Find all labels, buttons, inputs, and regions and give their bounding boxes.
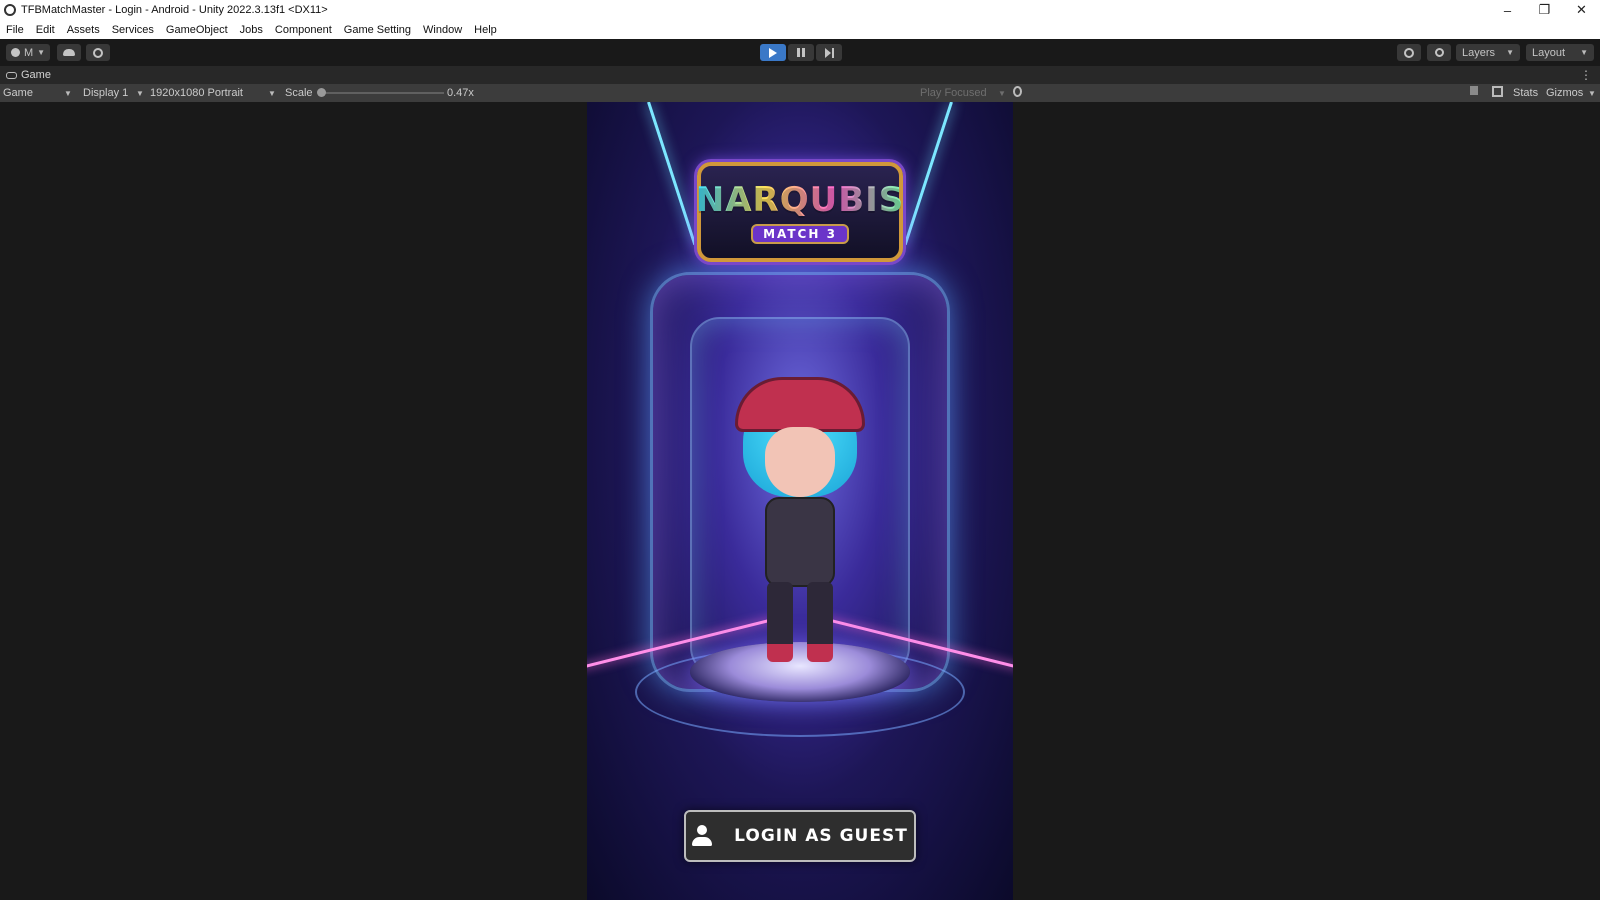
bug-icon[interactable] xyxy=(1013,86,1022,97)
game-view-toolbar: Game ▼ Display 1 ▼ 1920x1080 Portrait ▼ … xyxy=(0,84,1600,102)
menu-help[interactable]: Help xyxy=(468,24,503,36)
game-tab-bar: Game ⋮ xyxy=(0,66,1600,84)
character-leg xyxy=(767,582,793,662)
chevron-down-icon: ▼ xyxy=(1506,48,1514,57)
chevron-down-icon: ▼ xyxy=(1588,89,1596,98)
view-select[interactable]: Game xyxy=(3,87,33,99)
layers-label: Layers xyxy=(1462,46,1496,59)
chevron-down-icon: ▼ xyxy=(998,89,1006,98)
menu-edit[interactable]: Edit xyxy=(30,24,61,36)
more-options-icon[interactable]: ⋮ xyxy=(1580,68,1592,82)
account-dropdown[interactable]: M ▼ xyxy=(6,44,50,61)
main-toolbar: M ▼ Layers ▼ Layout ▼ xyxy=(0,39,1600,66)
chevron-down-icon: ▼ xyxy=(268,89,276,98)
menu-file[interactable]: File xyxy=(0,24,30,36)
character-body xyxy=(765,497,835,587)
login-button-label: LOGIN AS GUEST xyxy=(734,826,908,846)
user-icon xyxy=(692,825,713,847)
restore-button[interactable]: ❐ xyxy=(1526,0,1563,20)
window-title-bar: TFBMatchMaster - Login - Android - Unity… xyxy=(0,0,1600,20)
character-helmet xyxy=(735,377,865,432)
light-beam xyxy=(647,102,697,246)
account-label: M xyxy=(23,46,34,59)
minimize-button[interactable]: – xyxy=(1489,0,1526,20)
menu-bar: File Edit Assets Services GameObject Job… xyxy=(0,20,1600,39)
stats-button[interactable]: Stats xyxy=(1513,87,1538,99)
layers-dropdown[interactable]: Layers ▼ xyxy=(1456,44,1520,61)
layout-dropdown[interactable]: Layout ▼ xyxy=(1526,44,1594,61)
menu-jobs[interactable]: Jobs xyxy=(234,24,269,36)
character-illustration xyxy=(725,377,875,677)
resolution-select[interactable]: 1920x1080 Portrait xyxy=(150,87,243,99)
scale-value: 0.47x xyxy=(447,87,474,99)
step-button[interactable] xyxy=(816,44,842,61)
play-button[interactable] xyxy=(760,44,786,61)
window-controls: – ❐ ✕ xyxy=(1489,0,1600,20)
close-button[interactable]: ✕ xyxy=(1563,0,1600,20)
menu-component[interactable]: Component xyxy=(269,24,338,36)
scale-slider-track[interactable] xyxy=(320,92,444,94)
collab-button[interactable] xyxy=(86,44,110,61)
audio-mute-icon[interactable] xyxy=(1470,86,1478,95)
search-icon xyxy=(1434,48,1444,57)
cloud-icon xyxy=(63,49,75,56)
scale-slider-handle[interactable] xyxy=(317,88,326,97)
settings-circle-icon xyxy=(93,47,103,58)
scale-label: Scale xyxy=(285,87,313,99)
tab-game-label: Game xyxy=(21,69,51,81)
menu-assets[interactable]: Assets xyxy=(61,24,106,36)
menu-gameobject[interactable]: GameObject xyxy=(160,24,234,36)
history-icon xyxy=(1404,47,1414,58)
logo-title: NARQUBIS xyxy=(695,180,905,220)
search-button[interactable] xyxy=(1427,44,1451,61)
cloud-button[interactable] xyxy=(57,44,81,61)
step-icon xyxy=(824,47,834,58)
character-leg xyxy=(807,582,833,662)
history-button[interactable] xyxy=(1397,44,1421,61)
gizmos-button[interactable]: Gizmos xyxy=(1546,87,1583,99)
pause-icon xyxy=(797,48,805,57)
menu-game-setting[interactable]: Game Setting xyxy=(338,24,417,36)
light-beam xyxy=(903,102,953,246)
display-select[interactable]: Display 1 xyxy=(83,87,128,99)
game-view: NARQUBIS MATCH 3 LOGIN AS GUEST xyxy=(0,102,1600,900)
account-icon xyxy=(10,48,20,57)
chevron-down-icon: ▼ xyxy=(37,48,46,57)
login-as-guest-button[interactable]: LOGIN AS GUEST xyxy=(684,810,916,862)
logo-subtitle: MATCH 3 xyxy=(751,224,849,244)
game-screen: NARQUBIS MATCH 3 LOGIN AS GUEST xyxy=(587,102,1013,900)
chevron-down-icon: ▼ xyxy=(136,89,144,98)
chevron-down-icon: ▼ xyxy=(1580,48,1588,57)
play-focused-select[interactable]: Play Focused xyxy=(920,87,987,99)
play-icon xyxy=(769,47,777,58)
menu-services[interactable]: Services xyxy=(106,24,160,36)
pause-button[interactable] xyxy=(788,44,814,61)
character-face xyxy=(765,427,835,497)
tab-game[interactable]: Game xyxy=(6,69,51,81)
layout-label: Layout xyxy=(1532,46,1566,59)
game-logo: NARQUBIS MATCH 3 xyxy=(695,162,905,262)
chevron-down-icon: ▼ xyxy=(64,89,72,98)
window-title: TFBMatchMaster - Login - Android - Unity… xyxy=(21,4,328,16)
grid-toggle-icon[interactable] xyxy=(1492,86,1503,97)
menu-window[interactable]: Window xyxy=(417,24,468,36)
unity-logo-icon xyxy=(4,4,16,16)
gamepad-icon xyxy=(6,71,17,79)
